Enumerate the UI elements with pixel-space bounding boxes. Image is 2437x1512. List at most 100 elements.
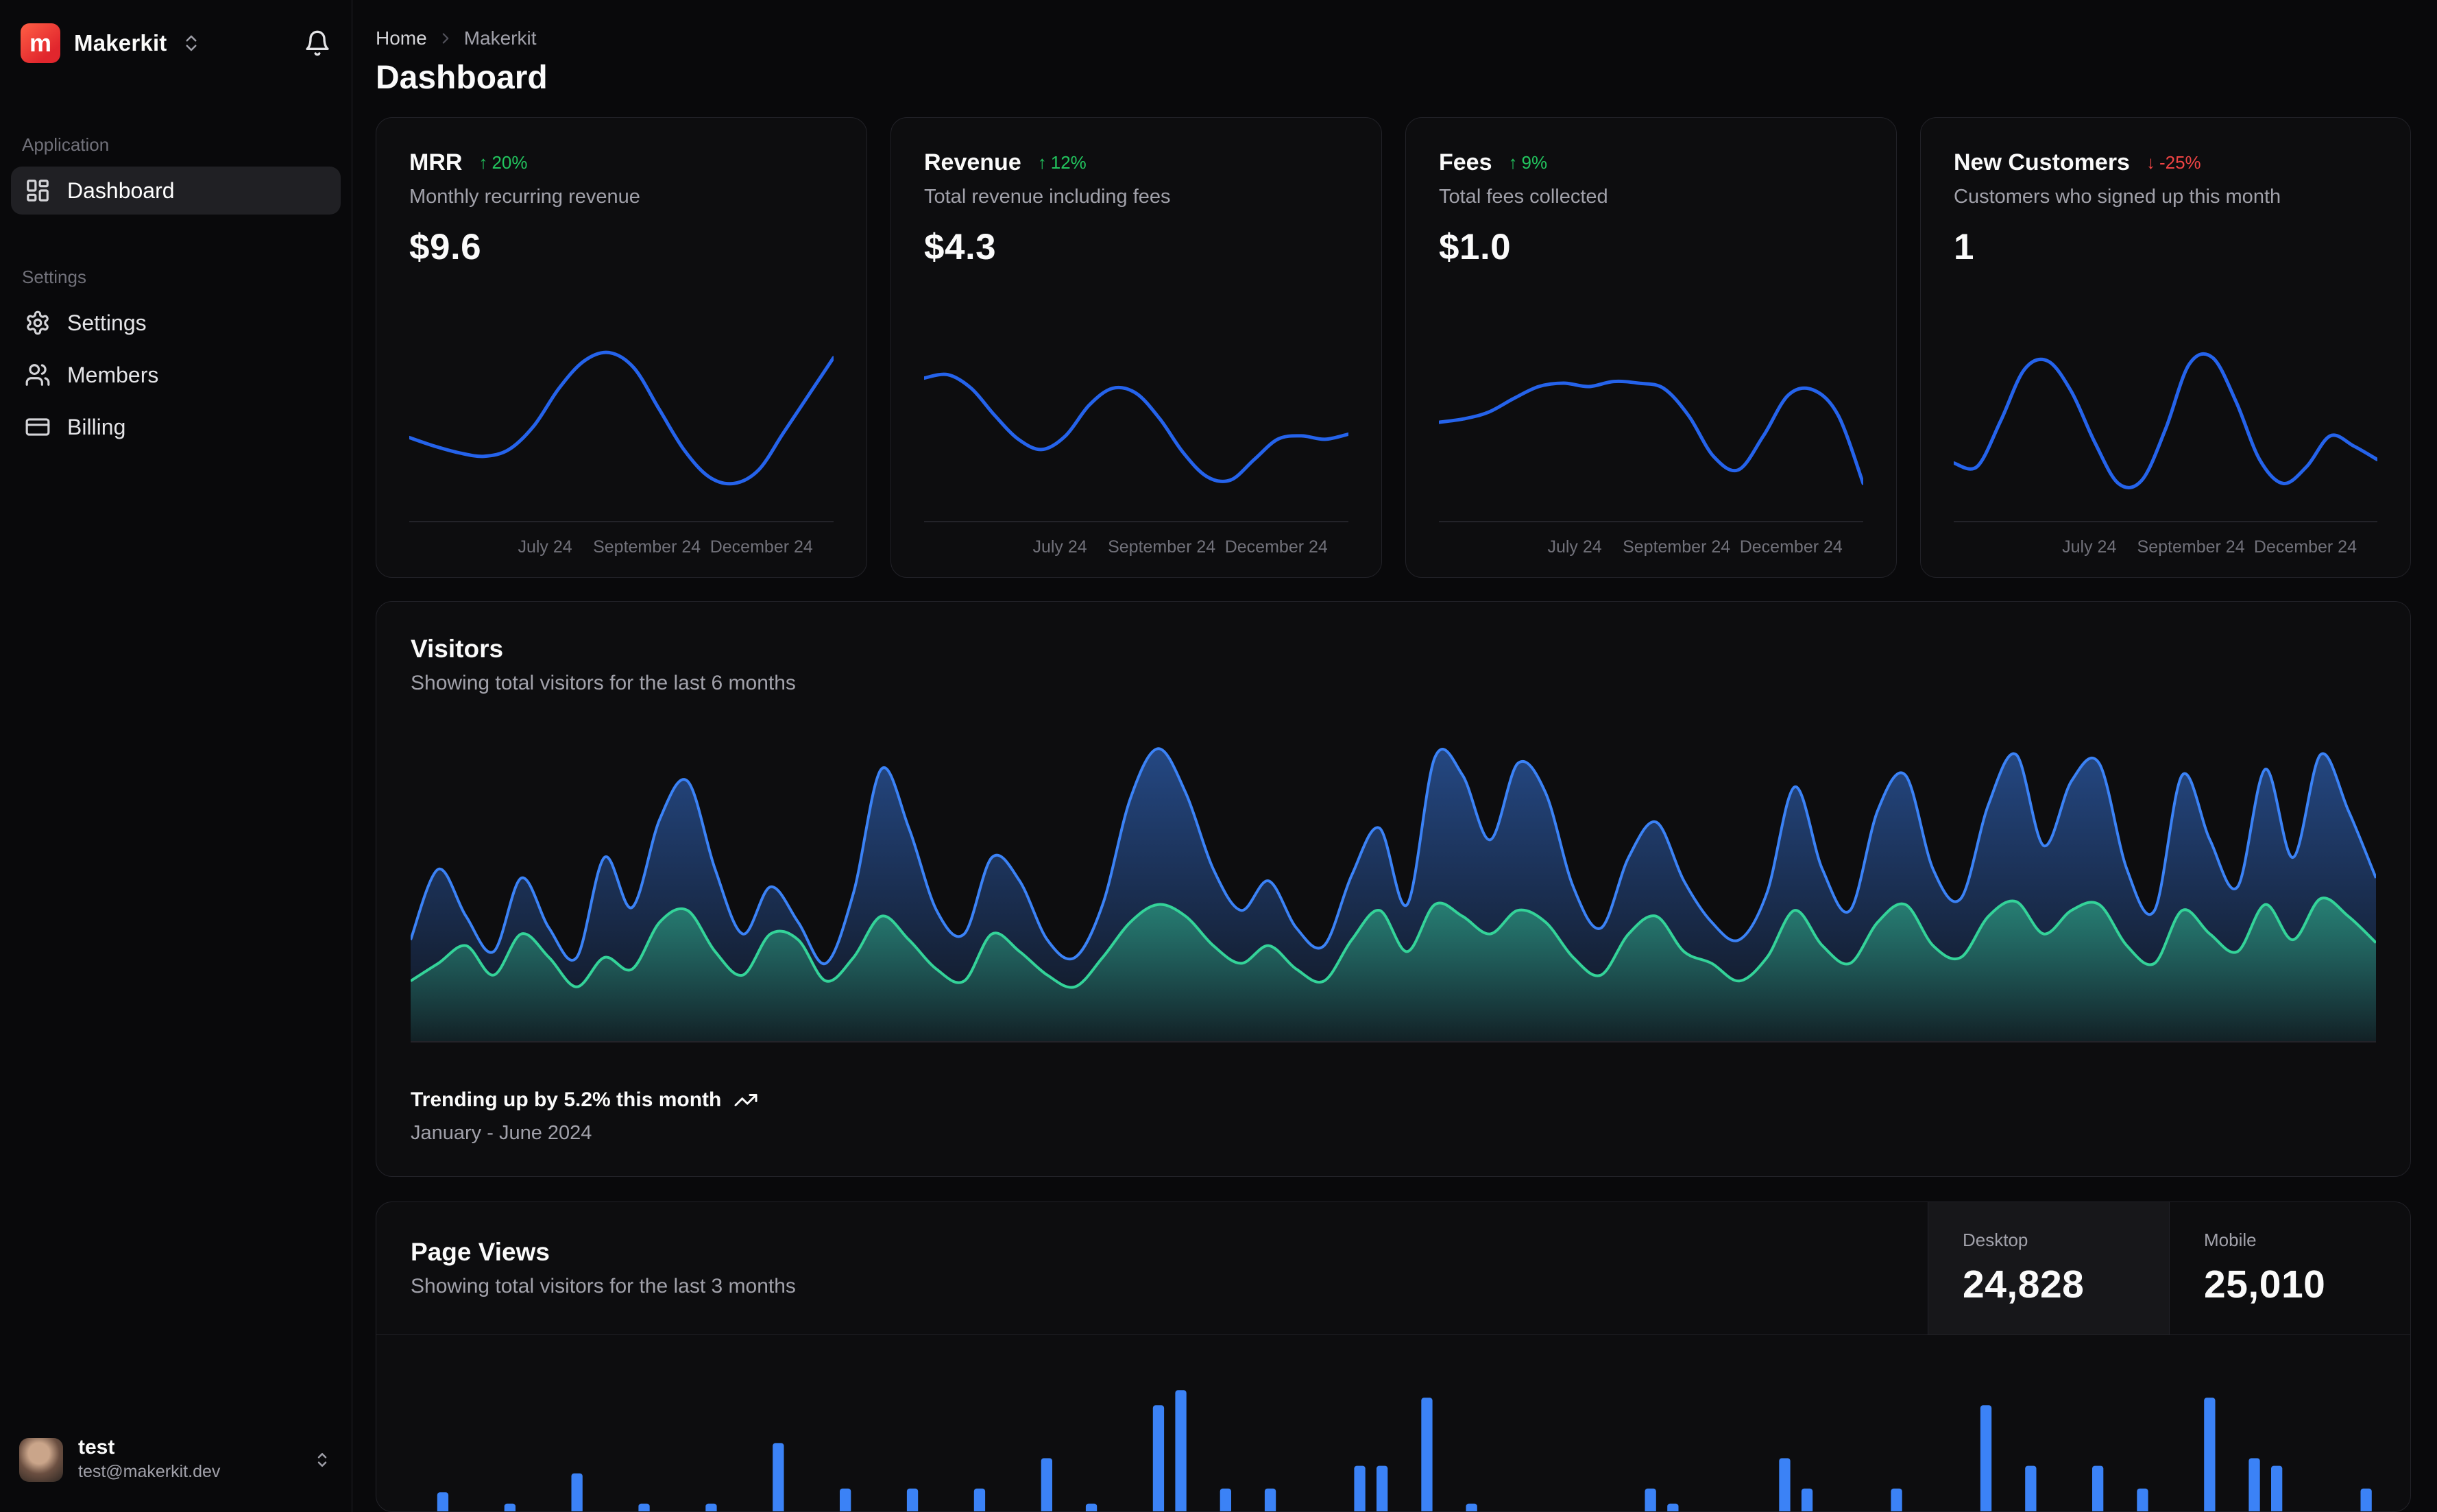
trend-up-icon: ↑ <box>1037 152 1047 173</box>
stat-title: MRR <box>409 149 463 175</box>
toggle-desktop-stat[interactable]: Desktop 24,828 <box>1928 1202 2169 1334</box>
page-views-subtitle: Showing total visitors for the last 3 mo… <box>411 1275 796 1297</box>
page-views-heading: Page Views Showing total visitors for th… <box>376 1202 1928 1334</box>
visitors-trend-text: Trending up by 5.2% this month <box>411 1088 722 1111</box>
page-views-panel: Page Views Showing total visitors for th… <box>376 1202 2411 1512</box>
notifications-bell-icon[interactable] <box>304 29 331 57</box>
breadcrumb: Home Makerkit <box>376 27 2411 49</box>
stat-title: Revenue <box>924 149 1021 175</box>
x-tick: December 24 <box>1224 537 1328 557</box>
stat-subtitle: Monthly recurring revenue <box>409 186 640 208</box>
fees-sparkline-chart <box>1437 339 1865 522</box>
breadcrumb-current: Makerkit <box>463 27 537 49</box>
makerkit-logo: m <box>21 23 60 63</box>
sidebar-item-label: Settings <box>67 310 147 335</box>
visitors-title: Visitors <box>411 635 504 663</box>
mobile-value: 25,010 <box>2204 1263 2326 1306</box>
user-name: test <box>78 1436 115 1459</box>
workspace-name: Makerkit <box>74 30 167 56</box>
stat-value: $1.0 <box>1439 227 1512 267</box>
sparkline-wrap: July 24 September 24 December 24 <box>1952 339 2379 561</box>
x-tick: September 24 <box>1623 537 1731 557</box>
user-email: test@makerkit.dev <box>78 1462 221 1481</box>
page-title: Dashboard <box>376 60 548 96</box>
users-icon <box>25 362 51 388</box>
x-axis-ticks: July 24 September 24 December 24 <box>1439 531 1863 561</box>
workspace-switcher[interactable]: m Makerkit <box>11 19 341 67</box>
x-tick: September 24 <box>593 537 701 557</box>
stat-card-fees: Fees ↑ 9% Total fees collected $1.0 July … <box>1405 117 1897 578</box>
x-tick: July 24 <box>2062 537 2117 557</box>
stat-value: $4.3 <box>924 227 997 267</box>
app-root: m Makerkit Application Dashboard Setting… <box>0 0 2437 1512</box>
sidebar-item-settings[interactable]: Settings <box>11 299 341 347</box>
sidebar-section-application: Application <box>22 134 110 155</box>
user-menu[interactable]: test test@makerkit.dev <box>11 1430 341 1489</box>
new-customers-sparkline-chart <box>1952 339 2379 522</box>
x-tick: September 24 <box>1108 537 1216 557</box>
badge-value: -25% <box>2159 152 2201 173</box>
chevrons-up-down-icon <box>181 33 202 53</box>
sidebar-item-billing[interactable]: Billing <box>11 403 341 451</box>
chevrons-up-down-icon <box>312 1450 332 1470</box>
x-axis-ticks: July 24 September 24 December 24 <box>924 531 1348 561</box>
stat-value: $9.6 <box>409 227 482 267</box>
trend-up-icon: ↑ <box>1508 152 1518 173</box>
sidebar-item-label: Dashboard <box>67 178 175 203</box>
badge-value: 12% <box>1050 152 1087 173</box>
x-tick: July 24 <box>1032 537 1087 557</box>
breadcrumb-home-link[interactable]: Home <box>376 27 427 49</box>
trend-badge: ↑ 20% <box>478 152 527 173</box>
desktop-value: 24,828 <box>1963 1263 2085 1306</box>
sidebar-item-members[interactable]: Members <box>11 351 341 399</box>
logo-letter: m <box>29 29 51 57</box>
visitors-panel: Visitors Showing total visitors for the … <box>376 601 2411 1177</box>
sidebar: m Makerkit Application Dashboard Setting… <box>0 0 352 1512</box>
visitors-subtitle: Showing total visitors for the last 6 mo… <box>411 672 796 694</box>
x-axis-ticks: July 24 September 24 December 24 <box>1954 531 2377 561</box>
trending-up-icon <box>733 1088 758 1112</box>
chevron-right-icon <box>437 29 454 47</box>
x-axis-ticks: July 24 September 24 December 24 <box>409 531 834 561</box>
credit-card-icon <box>25 414 51 440</box>
sidebar-item-label: Members <box>67 362 159 387</box>
sparkline-wrap: July 24 September 24 December 24 <box>407 339 836 561</box>
stat-subtitle: Total fees collected <box>1439 186 1608 208</box>
x-tick: December 24 <box>2253 537 2357 557</box>
visitors-period: January - June 2024 <box>411 1122 592 1144</box>
page-views-bar-chart <box>409 1354 2377 1511</box>
user-meta: test test@makerkit.dev <box>78 1437 220 1482</box>
trend-badge: ↑ 9% <box>1509 152 1548 173</box>
sidebar-item-dashboard[interactable]: Dashboard <box>11 167 341 215</box>
trend-badge: ↑ 12% <box>1038 152 1087 173</box>
stat-title: New Customers <box>1954 149 2130 175</box>
badge-value: 20% <box>492 152 528 173</box>
x-tick: December 24 <box>1739 537 1843 557</box>
desktop-label: Desktop <box>1963 1230 2028 1250</box>
stat-subtitle: Customers who signed up this month <box>1954 186 2281 208</box>
avatar <box>19 1437 63 1482</box>
dashboard-grid-icon <box>25 178 51 204</box>
page-views-title: Page Views <box>411 1238 550 1266</box>
x-tick: September 24 <box>2137 537 2245 557</box>
trend-badge: ↓ -25% <box>2146 152 2201 173</box>
revenue-sparkline-chart <box>922 339 1350 522</box>
trend-down-icon: ↓ <box>2146 152 2155 173</box>
badge-value: 9% <box>1521 152 1548 173</box>
stat-title: Fees <box>1439 149 1492 175</box>
toggle-mobile-stat[interactable]: Mobile 25,010 <box>2169 1202 2410 1334</box>
stat-cards-row: MRR ↑ 20% Monthly recurring revenue $9.6 … <box>376 117 2411 578</box>
stat-card-revenue: Revenue ↑ 12% Total revenue including fee… <box>890 117 1382 578</box>
stat-card-new-customers: New Customers ↓ -25% Customers who signed… <box>1920 117 2411 578</box>
stat-card-mrr: MRR ↑ 20% Monthly recurring revenue $9.6 … <box>376 117 867 578</box>
stat-subtitle: Total revenue including fees <box>924 186 1171 208</box>
sparkline-wrap: July 24 September 24 December 24 <box>922 339 1350 561</box>
trend-up-icon: ↑ <box>478 152 488 173</box>
mrr-sparkline-chart <box>407 339 836 522</box>
sparkline-wrap: July 24 September 24 December 24 <box>1437 339 1865 561</box>
sidebar-item-label: Billing <box>67 414 126 439</box>
x-tick: July 24 <box>1547 537 1602 557</box>
main-content: Home Makerkit Dashboard MRR ↑ 20% Monthly… <box>352 0 2437 1512</box>
mobile-label: Mobile <box>2204 1230 2257 1250</box>
